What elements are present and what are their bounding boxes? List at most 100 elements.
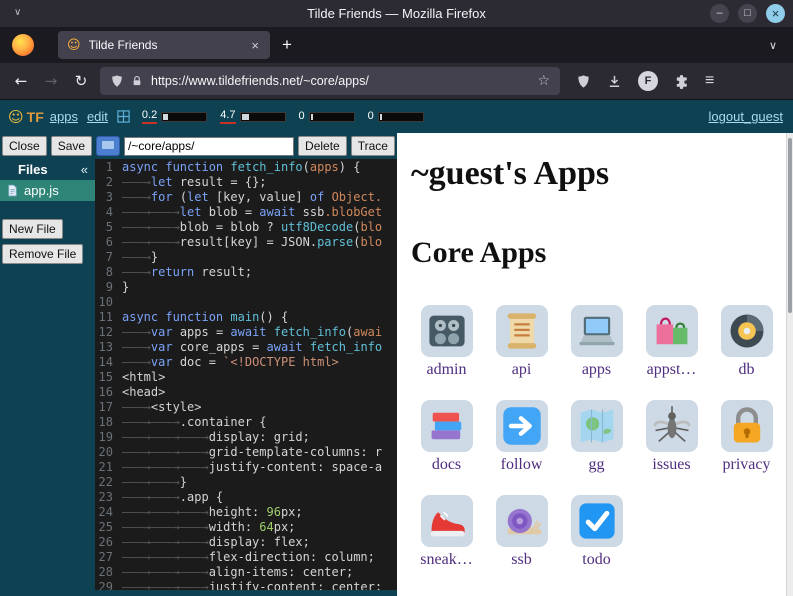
code-line[interactable]: 28———→———→———→align-items: center; — [95, 565, 397, 580]
app-item-follow[interactable]: follow — [488, 389, 556, 484]
navigation-toolbar: ← → ↻ https://www.tildefriends.net/~core… — [0, 63, 793, 100]
page-scrollbar[interactable] — [786, 133, 793, 596]
save-button[interactable]: Save — [51, 136, 92, 156]
app-item-apps[interactable]: apps — [563, 294, 631, 389]
remove-file-button[interactable]: Remove File — [2, 244, 83, 264]
new-tab-button[interactable]: + — [282, 35, 292, 55]
maximize-button[interactable]: □ — [738, 4, 757, 23]
reload-button[interactable]: ↻ — [66, 72, 96, 90]
app-item-ssb[interactable]: ssb — [488, 484, 556, 579]
code-line[interactable]: 18———→———→.container { — [95, 415, 397, 430]
account-f-badge[interactable]: F — [638, 71, 658, 91]
window-menu-chevron-icon[interactable]: ∨ — [14, 7, 21, 18]
url-bar[interactable]: https://www.tildefriends.net/~core/apps/… — [100, 67, 560, 95]
lock-icon[interactable] — [131, 75, 143, 87]
delete-button[interactable]: Delete — [298, 136, 347, 156]
new-file-button[interactable]: New File — [2, 219, 63, 239]
code-line[interactable]: 14———→var doc = `<!DOCTYPE html> — [95, 355, 397, 370]
code-line[interactable]: 16<head> — [95, 385, 397, 400]
code-line[interactable]: 23———→———→.app { — [95, 490, 397, 505]
list-tabs-chevron-icon[interactable]: ∨ — [769, 39, 777, 52]
grid-icon[interactable] — [117, 110, 130, 123]
protections-shield-icon[interactable] — [576, 74, 591, 89]
trace-button[interactable]: Trace — [351, 136, 395, 156]
code-line[interactable]: 26———→———→———→display: flex; — [95, 535, 397, 550]
code-line[interactable]: 5———→———→blob = blob ? utf8Decode(blo — [95, 220, 397, 235]
forward-button[interactable]: → — [36, 72, 66, 90]
browser-tab[interactable]: ☺ Tilde Friends × — [58, 31, 270, 59]
extensions-puzzle-icon[interactable] — [674, 74, 689, 89]
api-app-icon — [496, 305, 548, 357]
line-number: 21 — [95, 460, 122, 475]
workspace: Close Save Delete Trace Files « app.js N… — [0, 133, 793, 596]
app-item-appstore[interactable]: appst… — [638, 294, 706, 389]
code-line[interactable]: 21———→———→———→justify-content: space-a — [95, 460, 397, 475]
code-line[interactable]: 25———→———→———→width: 64px; — [95, 520, 397, 535]
back-button[interactable]: ← — [6, 72, 36, 90]
window-close-button[interactable]: × — [766, 4, 785, 23]
code-line[interactable]: 22———→———→} — [95, 475, 397, 490]
code-line[interactable]: 27———→———→———→flex-direction: column; — [95, 550, 397, 565]
app-label: ssb — [511, 551, 531, 569]
code-line[interactable]: 1async function fetch_info(apps) { — [95, 160, 397, 175]
app-label: privacy — [723, 456, 771, 474]
path-input[interactable] — [124, 137, 294, 156]
code-line[interactable]: 15<html> — [95, 370, 397, 385]
app-item-todo[interactable]: todo — [563, 484, 631, 579]
meter-bar — [309, 112, 355, 122]
line-number: 4 — [95, 205, 122, 220]
code-line[interactable]: 8———→return result; — [95, 265, 397, 280]
line-number: 1 — [95, 160, 122, 175]
code-line[interactable]: 11async function main() { — [95, 310, 397, 325]
file-item[interactable]: app.js — [0, 180, 95, 201]
app-item-sneaker[interactable]: sneak… — [413, 484, 481, 579]
code-line[interactable]: 10 — [95, 295, 397, 310]
app-item-admin[interactable]: admin — [413, 294, 481, 389]
app-label: follow — [501, 456, 543, 474]
code-line[interactable]: 3———→for (let [key, value] of Object. — [95, 190, 397, 205]
code-line[interactable]: 17———→<style> — [95, 400, 397, 415]
save-floppy-icon-button[interactable] — [96, 136, 120, 156]
file-buttons: New File Remove File — [0, 219, 95, 264]
code-line[interactable]: 9} — [95, 280, 397, 295]
app-item-api[interactable]: api — [488, 294, 556, 389]
code-line[interactable]: 12———→var apps = await fetch_info(awai — [95, 325, 397, 340]
code-line[interactable]: 29———→———→———→justify-content: center; — [95, 580, 397, 590]
file-name: app.js — [24, 183, 59, 198]
hamburger-menu-icon[interactable]: ≡ — [705, 72, 714, 90]
app-item-docs[interactable]: docs — [413, 389, 481, 484]
code-line[interactable]: 6———→———→result[key] = JSON.parse(blo — [95, 235, 397, 250]
close-button[interactable]: Close — [2, 136, 47, 156]
app-item-issues[interactable]: issues — [638, 389, 706, 484]
navbar-right-icons: F ≡ — [576, 71, 714, 91]
code-line[interactable]: 24———→———→———→height: 96px; — [95, 505, 397, 520]
bookmark-star-icon[interactable]: ☆ — [537, 73, 550, 89]
code-line[interactable]: 19———→———→———→display: grid; — [95, 430, 397, 445]
downloads-icon[interactable] — [607, 74, 622, 89]
app-item-privacy[interactable]: privacy — [713, 389, 781, 484]
app-item-gg[interactable]: gg — [563, 389, 631, 484]
app-item-db[interactable]: db — [713, 294, 781, 389]
scrollbar-thumb[interactable] — [788, 138, 792, 313]
minimize-button[interactable]: – — [710, 4, 729, 23]
tab-close-icon[interactable]: × — [249, 38, 261, 53]
line-number: 14 — [95, 355, 122, 370]
code-line[interactable]: 13———→var core_apps = await fetch_info — [95, 340, 397, 355]
tracking-shield-icon[interactable] — [110, 74, 124, 88]
collapse-panel-icon[interactable]: « — [81, 162, 88, 177]
edit-link[interactable]: edit — [87, 109, 108, 124]
code-line[interactable]: 4———→———→let blob = await ssb.blobGet — [95, 205, 397, 220]
app-label: db — [739, 361, 755, 379]
apps-app-icon — [571, 305, 623, 357]
logout-link[interactable]: logout_guest — [709, 109, 783, 124]
code-line[interactable]: 2———→let result = {}; — [95, 175, 397, 190]
code-editor[interactable]: 1async function fetch_info(apps) {2———→l… — [95, 159, 397, 590]
line-number: 17 — [95, 400, 122, 415]
code-line[interactable]: 20———→———→———→grid-template-columns: r — [95, 445, 397, 460]
apps-link[interactable]: apps — [50, 109, 78, 124]
code-line[interactable]: 7———→} — [95, 250, 397, 265]
tf-brand-link[interactable]: TF — [27, 109, 44, 125]
gg-app-icon — [571, 400, 623, 452]
meter-bar — [240, 112, 286, 122]
app-label: sneak… — [420, 551, 472, 569]
